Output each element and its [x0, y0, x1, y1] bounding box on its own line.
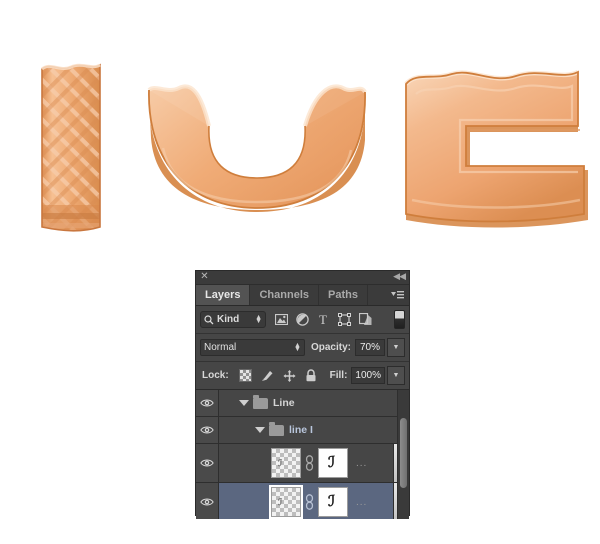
- eye-icon: [200, 426, 214, 434]
- scrollbar-thumb[interactable]: [400, 418, 407, 488]
- fill-label: Fill:: [329, 370, 348, 381]
- search-icon: [204, 314, 214, 324]
- layer-row-content[interactable]: ℐ ℐ ...: [219, 483, 409, 519]
- adjustment-layer-filter-icon[interactable]: [295, 313, 309, 327]
- eye-icon: [200, 459, 214, 467]
- filter-kind-spinner[interactable]: ▲ ▼: [255, 314, 262, 325]
- layer-filter-row: Kind ▲ ▼ T: [196, 306, 409, 334]
- lock-position-icon[interactable]: [283, 369, 296, 382]
- blend-mode-spinner[interactable]: ▲ ▼: [294, 342, 301, 353]
- layer-row-content[interactable]: Line: [219, 390, 409, 416]
- filter-enable-toggle[interactable]: [394, 310, 405, 329]
- opacity-value[interactable]: 70%: [355, 339, 385, 356]
- tab-paths-label: Paths: [328, 289, 358, 301]
- layer-row-content[interactable]: line I: [219, 417, 409, 443]
- layers-vertical-scrollbar[interactable]: [397, 390, 409, 519]
- letter-u-graphic: [147, 84, 367, 212]
- mask-link-icon[interactable]: [303, 494, 316, 510]
- layer-thumbnail[interactable]: ℐ: [269, 485, 303, 519]
- layer-visibility-toggle[interactable]: [196, 483, 219, 519]
- layer-name: Line: [273, 397, 295, 409]
- screenshot-root: ✕ ◀◀ Layers Channels Paths Kind ▲ ▼ T No…: [0, 0, 600, 544]
- eye-icon: [200, 498, 214, 506]
- lock-row: Lock: Fill: 100% ▼: [196, 362, 409, 390]
- opacity-label: Opacity:: [310, 342, 351, 353]
- tab-layers-label: Layers: [205, 289, 241, 301]
- table-row[interactable]: Line: [196, 390, 409, 417]
- fill-dropdown-button[interactable]: ▼: [387, 366, 405, 385]
- fill-value[interactable]: 100%: [351, 367, 385, 384]
- layer-row-content[interactable]: ℐ ℐ ...: [219, 444, 409, 482]
- panel-menu-icon[interactable]: [391, 290, 404, 300]
- layer-visibility-toggle[interactable]: [196, 417, 219, 443]
- collapse-panel-icon[interactable]: ◀◀: [393, 272, 406, 281]
- blend-opacity-row: Normal ▲ ▼ Opacity: 70% ▼: [196, 334, 409, 362]
- layer-mask-thumbnail[interactable]: ℐ: [318, 448, 348, 478]
- close-icon[interactable]: ✕: [200, 272, 209, 282]
- svg-text:T: T: [319, 313, 327, 326]
- layer-mask-glyph: ℐ: [328, 494, 336, 510]
- tab-paths[interactable]: Paths: [319, 285, 368, 305]
- mask-link-icon[interactable]: [303, 455, 316, 471]
- opacity-dropdown-button[interactable]: ▼: [387, 338, 405, 357]
- filter-kind-label: Kind: [217, 314, 240, 325]
- filter-icon-group: T: [272, 313, 394, 327]
- eye-icon: [200, 399, 214, 407]
- lock-transparent-pixels-icon[interactable]: [238, 369, 252, 382]
- layer-mask-thumbnail[interactable]: ℐ: [318, 487, 348, 517]
- lock-all-icon[interactable]: [305, 369, 318, 382]
- tab-channels-label: Channels: [259, 289, 309, 301]
- blend-mode-value: Normal: [204, 342, 237, 353]
- panel-titlebar: ✕ ◀◀: [196, 271, 409, 285]
- table-row[interactable]: ℐ ℐ ...: [196, 483, 409, 519]
- lock-icon-group: [238, 369, 318, 382]
- type-layer-filter-icon[interactable]: T: [316, 313, 330, 327]
- panel-tabs: Layers Channels Paths: [196, 285, 409, 306]
- layer-thumbnail-glyph: ℐ: [278, 497, 283, 507]
- layer-mask-glyph: ℐ: [328, 455, 336, 471]
- chevron-down-icon[interactable]: [255, 427, 265, 433]
- tab-channels[interactable]: Channels: [250, 285, 319, 305]
- layer-more-indicator: ...: [356, 457, 368, 469]
- layer-visibility-toggle[interactable]: [196, 390, 219, 416]
- chevron-down-icon[interactable]: [239, 400, 249, 406]
- letters-artwork: [0, 0, 600, 255]
- filter-kind-dropdown[interactable]: Kind ▲ ▼: [200, 311, 266, 328]
- folder-icon: [253, 394, 268, 409]
- layers-panel: ✕ ◀◀ Layers Channels Paths Kind ▲ ▼ T No…: [195, 270, 410, 519]
- layer-thumbnail[interactable]: ℐ: [271, 448, 301, 478]
- lock-image-pixels-icon[interactable]: [261, 369, 274, 382]
- pixel-layer-filter-icon[interactable]: [274, 313, 288, 327]
- folder-icon: [269, 421, 284, 436]
- shape-layer-filter-icon[interactable]: [337, 313, 351, 327]
- blend-mode-dropdown[interactable]: Normal ▲ ▼: [200, 339, 305, 356]
- layer-name: line I: [289, 424, 313, 436]
- layer-more-indicator: ...: [356, 496, 368, 508]
- layer-thumbnail-glyph: ℐ: [278, 458, 283, 468]
- tab-layers[interactable]: Layers: [196, 285, 251, 305]
- layers-list[interactable]: Line line I ℐ ℐ ... ℐ ℐ ...: [196, 390, 409, 519]
- letter-i-graphic: [41, 63, 101, 232]
- table-row[interactable]: line I: [196, 417, 409, 444]
- letter-c-graphic: [404, 69, 588, 228]
- lock-label: Lock:: [202, 370, 229, 381]
- layer-visibility-toggle[interactable]: [196, 444, 219, 482]
- smart-object-filter-icon[interactable]: [358, 313, 372, 327]
- table-row[interactable]: ℐ ℐ ...: [196, 444, 409, 483]
